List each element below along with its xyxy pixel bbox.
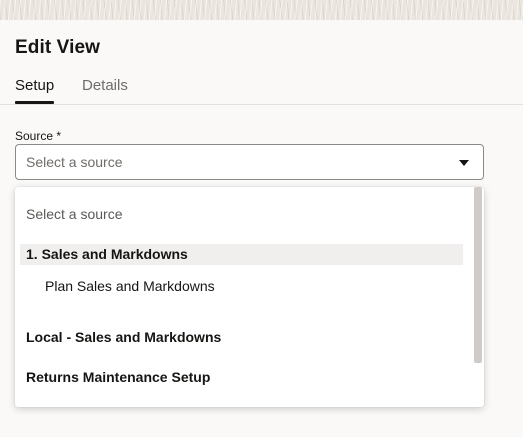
- option-placeholder[interactable]: Select a source: [15, 204, 464, 224]
- tab-details[interactable]: Details: [82, 77, 128, 104]
- source-select-value: Select a source: [26, 154, 123, 170]
- decorative-header-band: [0, 0, 523, 20]
- edit-view-panel: Edit View Setup Details Source * Select …: [0, 20, 523, 437]
- option-local-sales-and-markdowns[interactable]: Local - Sales and Markdowns: [15, 327, 464, 347]
- option-returns-maintenance-setup[interactable]: Returns Maintenance Setup: [15, 367, 464, 387]
- page-title: Edit View: [15, 37, 101, 58]
- source-field-label: Source *: [15, 129, 62, 143]
- option-plan-sales-and-markdowns[interactable]: Plan Sales and Markdowns: [15, 276, 464, 296]
- dropdown-scrollbar[interactable]: [474, 187, 482, 363]
- source-dropdown-list: Select a source 1. Sales and Markdowns P…: [15, 187, 484, 407]
- option-sales-and-markdowns[interactable]: 1. Sales and Markdowns: [20, 244, 463, 265]
- caret-down-icon: [459, 160, 469, 166]
- tab-setup[interactable]: Setup: [15, 77, 55, 104]
- source-select[interactable]: Select a source: [15, 144, 484, 180]
- tabs-divider: [0, 104, 523, 105]
